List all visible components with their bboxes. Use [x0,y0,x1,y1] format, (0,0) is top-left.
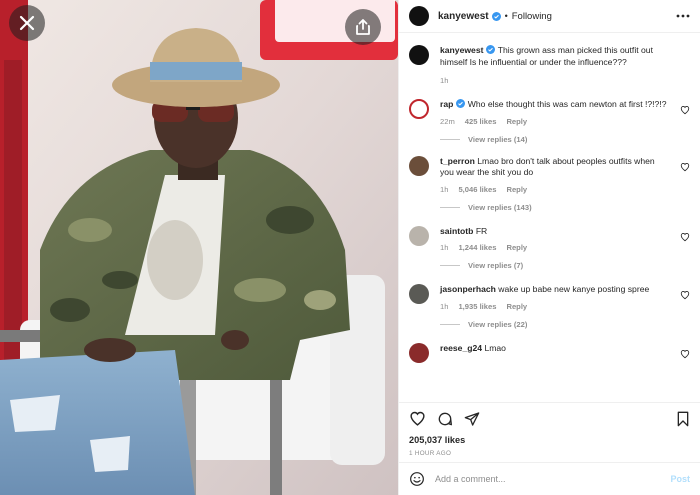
heart-icon [410,411,425,426]
header-separator: • [504,11,508,21]
comment-likes[interactable]: 5,046 likes [458,185,496,194]
caption-text-block: kanyewest This grown ass man picked this… [440,45,670,68]
more-icon [676,14,690,18]
comment-icon [438,412,452,425]
comment-text-block: reese_g24 Lmao [440,343,670,355]
verified-badge-icon [491,11,501,21]
save-button[interactable] [676,411,690,427]
comment-text-block: t_perron Lmao bro don't talk about peopl… [440,156,670,179]
post-header: kanyewest • Following [399,0,700,33]
replies-line [440,206,460,208]
heart-icon[interactable] [680,290,690,300]
comment-time[interactable]: 1h [440,243,448,252]
replies-line [440,265,460,266]
comment-text: Who else thought this was cam newton at … [467,99,667,109]
caption: kanyewest This grown ass man picked this… [409,45,690,85]
post-modal: kanyewest • Following kanyewest This gro… [0,0,700,495]
replies-line [440,138,460,140]
comment-item: reese_g24 Lmao [409,342,690,363]
comment-item: t_perron Lmao bro don't talk about peopl… [409,155,690,194]
comment-input[interactable] [435,474,671,484]
bookmark-icon [677,411,689,426]
post-photo [0,0,398,495]
more-options-button[interactable] [676,14,690,18]
commenter-avatar[interactable] [409,342,429,363]
send-icon [464,411,480,426]
comment-username[interactable]: jasonperhach [440,284,496,294]
view-replies-label: View replies (7) [468,261,524,270]
heart-icon[interactable] [680,232,690,242]
share-post-button[interactable] [464,411,480,427]
replies-line [440,323,460,325]
verified-badge-icon [456,99,466,108]
commenter-avatar[interactable] [409,99,429,119]
close-button[interactable] [9,5,45,41]
post-sidebar: kanyewest • Following kanyewest This gro… [398,0,700,495]
share-icon [356,19,370,35]
comment-likes[interactable]: 425 likes [465,117,497,126]
heart-icon[interactable] [680,162,690,172]
commenter-avatar[interactable] [409,284,429,304]
comment-reply-button[interactable]: Reply [506,185,527,194]
comment-likes[interactable]: 1,935 likes [458,302,496,311]
comment-button[interactable] [437,411,453,427]
view-replies-label: View replies (14) [468,134,528,144]
comment-reply-button[interactable]: Reply [506,117,527,126]
comment-text-block: jasonperhach wake up babe new kanye post… [440,284,670,296]
likes-count[interactable]: 205,037 likes [409,435,690,445]
comment-meta: 1h 1,935 likes Reply [440,302,670,311]
comment-text: FR [475,225,488,236]
view-replies-label: View replies (143) [468,202,532,212]
emoji-button[interactable] [409,471,425,487]
view-replies-label: View replies (22) [468,319,528,329]
commenter-avatar[interactable] [409,155,429,176]
action-row [409,410,690,427]
close-icon [19,15,35,31]
author-username[interactable]: kanyewest [438,11,489,22]
follow-status-button[interactable]: Following [512,11,552,22]
caption-meta: 1h [440,76,670,85]
comment-meta: 22m 425 likes Reply [440,117,670,126]
comment-reply-button[interactable]: Reply [506,302,527,311]
view-replies-button[interactable]: View replies (143) [440,203,690,212]
like-button[interactable] [409,410,426,427]
comment-username[interactable]: reese_g24 [440,343,482,353]
comment-item: jasonperhach wake up babe new kanye post… [409,284,690,311]
caption-username[interactable]: kanyewest [440,45,483,55]
add-comment-bar: Post [399,462,700,495]
view-replies-button[interactable]: View replies (14) [440,135,690,144]
post-comment-button[interactable]: Post [670,474,690,484]
verified-badge-icon [486,45,496,54]
view-replies-button[interactable]: View replies (7) [440,261,690,270]
comment-meta: 1h 1,244 likes Reply [440,243,670,252]
comment-username[interactable]: t_perron [440,156,475,166]
author-avatar[interactable] [409,6,429,26]
comment-likes[interactable]: 1,244 likes [458,243,496,252]
comment-time[interactable]: 1h [440,302,448,311]
heart-icon[interactable] [680,105,690,115]
comment-text-block: saintotb FR [440,226,670,238]
comment-reply-button[interactable]: Reply [506,243,527,252]
caption-time[interactable]: 1h [440,76,448,85]
comment-text-block: rap Who else thought this was cam newton… [440,99,670,111]
comment-item: rap Who else thought this was cam newton… [409,99,690,126]
comment-item: saintotb FR 1h 1,244 likes Reply [409,225,690,252]
caption-avatar[interactable] [409,45,429,65]
share-button[interactable] [345,9,381,45]
commenter-avatar[interactable] [409,225,429,246]
comment-meta: 1h 5,046 likes Reply [440,185,670,194]
post-media[interactable] [0,0,398,495]
view-replies-button[interactable]: View replies (22) [440,320,690,329]
comments-list[interactable]: kanyewest This grown ass man picked this… [399,33,700,402]
emoji-icon [410,472,424,486]
heart-icon[interactable] [680,349,690,359]
post-timestamp[interactable]: 1 HOUR AGO [409,450,690,457]
post-actions: 205,037 likes 1 HOUR AGO [399,402,700,462]
comment-username[interactable]: saintotb [440,226,473,236]
comment-time[interactable]: 22m [440,117,455,126]
comment-username[interactable]: rap [440,99,453,109]
comment-text: Lmao [484,342,506,353]
comment-time[interactable]: 1h [440,185,448,194]
comment-text: wake up babe new kanye posting spree [498,284,650,294]
